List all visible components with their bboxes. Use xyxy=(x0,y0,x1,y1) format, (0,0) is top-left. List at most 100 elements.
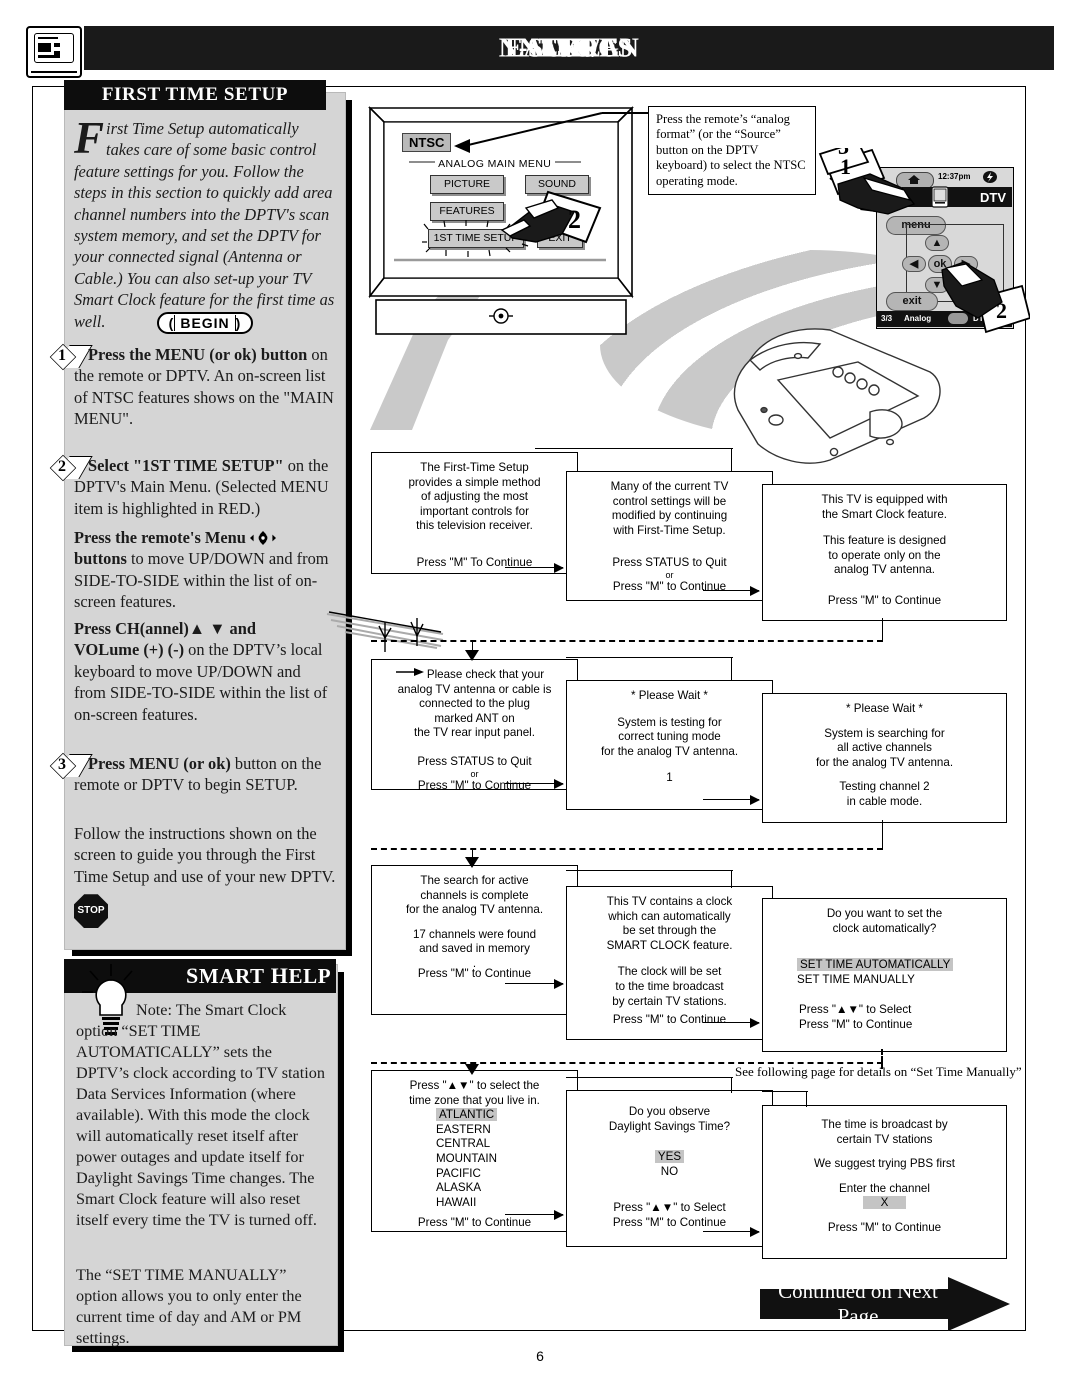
connector-arrow-r3 xyxy=(465,857,479,868)
channel-volume-bold2: VOLume (+) (-) xyxy=(74,640,185,660)
flow-footer: Press "M" to Continue xyxy=(799,1017,913,1031)
hand-pointer-tv: 2 xyxy=(500,190,602,244)
connector-r1c3-down xyxy=(882,618,883,640)
flow-footer: Press "▲▼" to Select xyxy=(799,1003,912,1017)
flow-line: This feature is designed xyxy=(822,534,947,548)
first-time-setup-heading: FIRST TIME SETUP xyxy=(64,80,326,110)
flow-box-r2c1-body: Please check that your analog TV antenna… xyxy=(372,660,577,801)
connector-r1c1-down xyxy=(731,448,732,472)
option-selected[interactable]: SET TIME AUTOMATICALLY xyxy=(797,958,954,972)
tv-manual-icon xyxy=(26,26,82,78)
flow-box-r3c2: This TV contains a clock which can autom… xyxy=(566,886,773,1040)
begin-button-wrap: (BEGIN) xyxy=(74,312,336,334)
osd-button-picture[interactable]: PICTURE xyxy=(430,175,504,194)
flow-line: to the time broadcast xyxy=(615,979,724,993)
connector-r3-top xyxy=(731,870,732,888)
connector-r3-top-h xyxy=(566,870,733,871)
option[interactable]: SET TIME MANUALLY xyxy=(797,973,915,986)
flow-line: for the analog TV antenna. xyxy=(600,744,739,758)
flow-line: the Smart Clock feature. xyxy=(821,507,947,521)
remote-up-button[interactable]: ▲ xyxy=(925,235,949,251)
osd-button-picture-label: PICTURE xyxy=(443,178,491,190)
begin-button[interactable]: (BEGIN) xyxy=(156,312,254,334)
flow-box-r4c2-body: Do you observe Daylight Savings Time? YE… xyxy=(567,1091,772,1239)
flow-line: the TV rear input panel. xyxy=(414,726,535,740)
ntsc-tag: NTSC xyxy=(402,133,452,152)
flow-line: * Please Wait * xyxy=(631,689,708,702)
flow-line: Many of the current TV xyxy=(610,480,729,493)
flow-arrow-r2-1 xyxy=(505,779,564,789)
channel-volume-paragraph: Press CH(annel)▲ ▼ and VOLume (+) (-) on… xyxy=(74,618,336,725)
option[interactable]: ALASKA xyxy=(436,1181,481,1194)
set-time-manually-note: See following page for details on “Set T… xyxy=(735,1064,1022,1079)
flow-arrow-r4-1 xyxy=(505,1210,564,1220)
connector-r2c3-down xyxy=(882,820,883,848)
connector-r4c3-top xyxy=(806,1091,807,1107)
smart-help-body2: The “SET TIME MANUALLY” option allows yo… xyxy=(76,1265,328,1349)
first-time-setup-intro: First Time Setup automatically takes car… xyxy=(74,116,336,332)
stop-sign-icon: STOP xyxy=(74,894,108,929)
hand-pointer-remote-top: 1 3 xyxy=(818,148,916,215)
handheld-device-illustration xyxy=(733,328,941,464)
step-3-text: Press MENU (or ok) button on the remote … xyxy=(74,753,336,796)
flow-line: System is searching for xyxy=(824,726,945,740)
flow-line: analog TV antenna. xyxy=(834,563,935,577)
flow-footer: Press "M" to Continue xyxy=(417,778,532,792)
smart-help-body2-text: The “SET TIME MANUALLY” option allows yo… xyxy=(76,1266,302,1347)
option[interactable]: EASTERN xyxy=(436,1123,491,1136)
step-2-text: Select "1ST TIME SETUP" on the DPTV's Ma… xyxy=(74,455,336,519)
option-selected[interactable]: ATLANTIC xyxy=(436,1108,498,1122)
flow-line: in cable mode. xyxy=(846,794,923,808)
svg-text:3: 3 xyxy=(838,148,849,159)
channel-volume-bold: Press CH(annel)▲ ▼ and xyxy=(74,619,256,638)
option[interactable]: HAWAII xyxy=(436,1196,476,1209)
flow-footer: Press STATUS to Quit xyxy=(612,556,727,570)
page-number: 6 xyxy=(536,1348,544,1364)
flow-footer: Press "M" to Continue xyxy=(612,579,727,593)
flow-line: and saved in memory xyxy=(419,942,530,956)
flow-line: . xyxy=(472,956,477,970)
flow-footer: Press "M" to Continue xyxy=(612,1013,727,1027)
remote-mode-label: DTV xyxy=(980,190,1006,205)
ntsc-mode-callout: Press the remote’s “analog format” (or t… xyxy=(648,106,816,196)
connector-r4-top xyxy=(731,1077,732,1093)
flow-line: time zone that you live in. xyxy=(409,1093,540,1107)
flow-line: This TV is equipped with xyxy=(821,493,948,506)
osd-button-features-label: FEATURES xyxy=(439,205,495,217)
flow-box-r4c3: The time is broadcast by certain TV stat… xyxy=(762,1105,1007,1259)
smart-help-body-text: Note: The Smart Clock option “SET TIME A… xyxy=(76,1001,325,1229)
step-3-bold: Press MENU (or ok) xyxy=(88,754,231,773)
signal-icon xyxy=(983,171,997,183)
option[interactable]: MOUNTAIN xyxy=(436,1152,497,1165)
channel-entry-field[interactable]: X xyxy=(862,1196,907,1210)
connector-arrow-r2 xyxy=(465,650,479,661)
flow-line: which can automatically xyxy=(608,909,731,923)
inline-arrow-r2c1 xyxy=(396,668,424,676)
flow-arrow-r1-1 xyxy=(505,563,564,573)
remote-left-button[interactable]: ◀ xyxy=(902,256,926,272)
osd-button-features[interactable]: FEATURES xyxy=(430,202,504,221)
ntsc-mode-callout-text: Press the remote’s “analog format” (or t… xyxy=(656,112,806,188)
flow-line: Do you observe xyxy=(628,1105,711,1118)
option[interactable]: PACIFIC xyxy=(436,1167,481,1180)
flow-box-r4c2: Do you observe Daylight Savings Time? YE… xyxy=(566,1090,773,1247)
continued-banner: Continued on Next Page xyxy=(760,1277,1010,1331)
follow-instructions-text: Follow the instructions shown on the scr… xyxy=(74,823,336,929)
flow-line: all active channels xyxy=(837,741,932,755)
page-title-bar: NTSC/A NALOG O N-SCREEN M ENU F EATURES xyxy=(84,26,1054,70)
smart-help-body: Note: The Smart Clock option “SET TIME A… xyxy=(76,1000,328,1231)
option[interactable]: CENTRAL xyxy=(436,1137,490,1150)
flow-line: System is testing for xyxy=(617,715,722,729)
connector-arrow-r4 xyxy=(465,1064,479,1075)
flow-box-r2c3: * Please Wait * System is searching for … xyxy=(762,693,1007,823)
flow-line: Do you want to set the xyxy=(826,907,943,920)
flow-footer: Press "M" to Continue xyxy=(417,966,532,980)
flow-box-r3c3-body: Do you want to set the clock automatical… xyxy=(763,899,1006,1041)
flow-line: channels is complete xyxy=(420,888,529,902)
flow-line: this television receiver. xyxy=(416,519,533,533)
remote-clock: 12:37pm xyxy=(938,172,971,181)
option[interactable]: NO xyxy=(661,1165,678,1178)
connector-r4c3-top-h xyxy=(762,1091,808,1092)
option-selected[interactable]: YES xyxy=(654,1150,685,1164)
flow-line: by certain TV stations. xyxy=(612,994,727,1008)
